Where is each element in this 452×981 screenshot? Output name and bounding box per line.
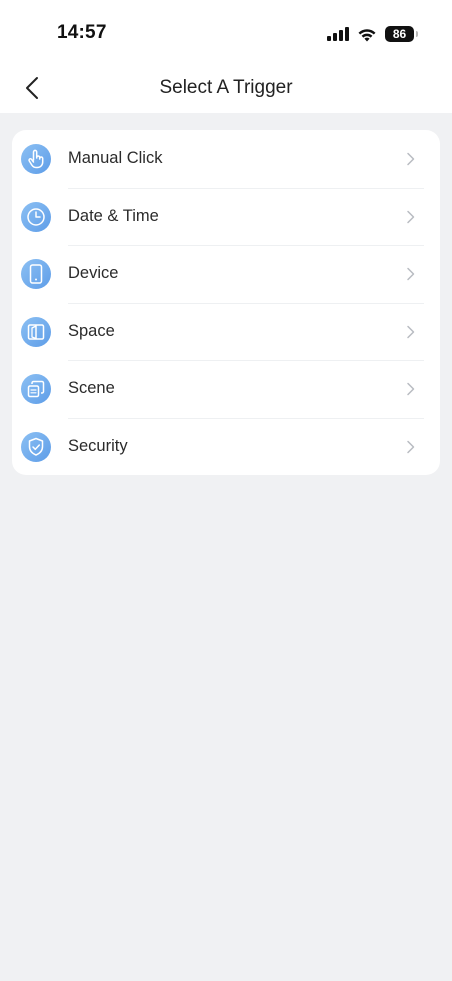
chevron-right-icon (407, 210, 415, 223)
battery-icon: 86 (385, 26, 418, 42)
chevron-right-icon (407, 325, 415, 338)
chevron-right-icon (407, 382, 415, 396)
trigger-list: Manual Click Date & Time Device Space Sc… (12, 130, 440, 475)
chevron-right-icon (407, 152, 415, 166)
scene-layers-icon (21, 374, 51, 404)
status-time: 14:57 (57, 22, 107, 43)
top-bar: 14:57 86 Select A Trigger (0, 0, 452, 113)
status-icons: 86 (327, 24, 418, 44)
hand-click-icon (21, 144, 51, 174)
signal-icon (327, 27, 349, 41)
chevron-right-icon (407, 267, 415, 281)
trigger-manual-click[interactable]: Manual Click (12, 130, 440, 188)
trigger-space[interactable]: Space (12, 302, 440, 361)
trigger-label: Device (68, 264, 119, 282)
trigger-label: Scene (68, 379, 115, 397)
shield-check-icon (21, 431, 51, 462)
battery-level: 86 (392, 27, 407, 41)
trigger-label: Space (68, 321, 115, 340)
trigger-date-time[interactable]: Date & Time (12, 187, 440, 246)
status-bar: 14:57 86 (0, 0, 452, 64)
page-title: Select A Trigger (159, 77, 293, 98)
phone-device-icon (21, 259, 51, 289)
trigger-label: Manual Click (68, 149, 163, 167)
door-space-icon (21, 316, 51, 347)
trigger-label: Security (68, 436, 128, 455)
nav-bar: Select A Trigger (0, 64, 452, 113)
wifi-icon (358, 28, 376, 41)
trigger-security[interactable]: Security (12, 417, 440, 476)
trigger-scene[interactable]: Scene (12, 360, 440, 418)
chevron-right-icon (407, 440, 415, 453)
clock-icon (21, 201, 51, 232)
trigger-label: Date & Time (68, 206, 159, 225)
trigger-device[interactable]: Device (12, 245, 440, 303)
